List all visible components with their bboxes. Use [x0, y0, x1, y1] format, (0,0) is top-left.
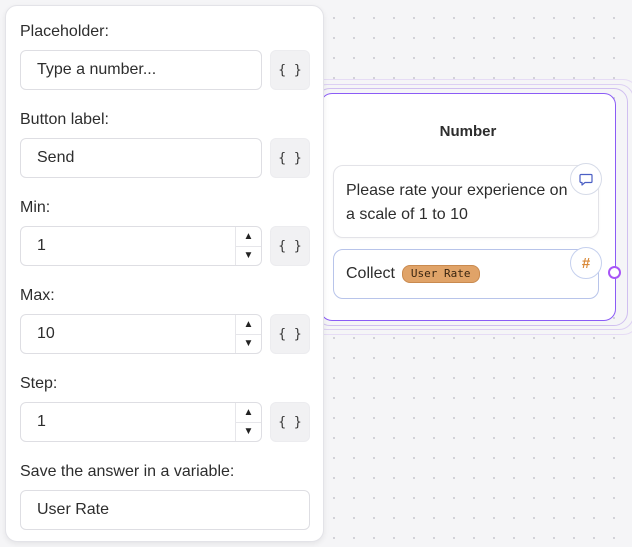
step-input[interactable]: 1 ▲ ▼	[20, 402, 262, 442]
max-value: 10	[37, 325, 55, 342]
chat-bubble-icon	[570, 163, 602, 195]
max-variable-button[interactable]: { }	[270, 314, 310, 354]
max-input[interactable]: 10 ▲ ▼	[20, 314, 262, 354]
min-increment-icon[interactable]: ▲	[236, 227, 261, 246]
min-value: 1	[37, 237, 46, 254]
hash-icon: #	[570, 247, 602, 279]
node-output-handle[interactable]	[608, 266, 621, 279]
max-decrement-icon[interactable]: ▼	[236, 333, 261, 354]
number-input-block[interactable]: Collect User Rate	[333, 249, 599, 299]
variable-tag: User Rate	[401, 265, 480, 283]
node-title[interactable]: Number	[321, 123, 615, 140]
min-stepper[interactable]: ▲ ▼	[235, 227, 261, 265]
button-label-input[interactable]: Send	[20, 138, 262, 178]
step-value: 1	[37, 413, 46, 430]
min-variable-button[interactable]: { }	[270, 226, 310, 266]
max-increment-icon[interactable]: ▲	[236, 315, 261, 334]
text-bubble-content: Please rate your experience on a scale o…	[346, 182, 568, 223]
step-stepper[interactable]: ▲ ▼	[235, 403, 261, 441]
min-label: Min:	[20, 199, 51, 216]
number-group-node[interactable]: Number Please rate your experience on a …	[320, 93, 616, 321]
save-variable-select[interactable]: User Rate	[20, 490, 310, 530]
max-label: Max:	[20, 287, 55, 304]
button-label-label: Button label:	[20, 111, 109, 128]
collect-text: Collect User Rate	[346, 264, 480, 284]
placeholder-label: Placeholder:	[20, 23, 109, 40]
min-input[interactable]: 1 ▲ ▼	[20, 226, 262, 266]
text-bubble-block[interactable]: Please rate your experience on a scale o…	[333, 165, 599, 238]
max-stepper[interactable]: ▲ ▼	[235, 315, 261, 353]
save-variable-label: Save the answer in a variable:	[20, 463, 235, 480]
button-label-variable-button[interactable]: { }	[270, 138, 310, 178]
step-increment-icon[interactable]: ▲	[236, 403, 261, 422]
min-decrement-icon[interactable]: ▼	[236, 245, 261, 266]
placeholder-input[interactable]: Type a number...	[20, 50, 262, 90]
placeholder-variable-button[interactable]: { }	[270, 50, 310, 90]
step-variable-button[interactable]: { }	[270, 402, 310, 442]
step-decrement-icon[interactable]: ▼	[236, 421, 261, 442]
step-label: Step:	[20, 375, 58, 392]
collect-prefix: Collect	[346, 265, 395, 282]
number-input-settings-panel: Placeholder: Type a number... { } Button…	[5, 5, 324, 542]
